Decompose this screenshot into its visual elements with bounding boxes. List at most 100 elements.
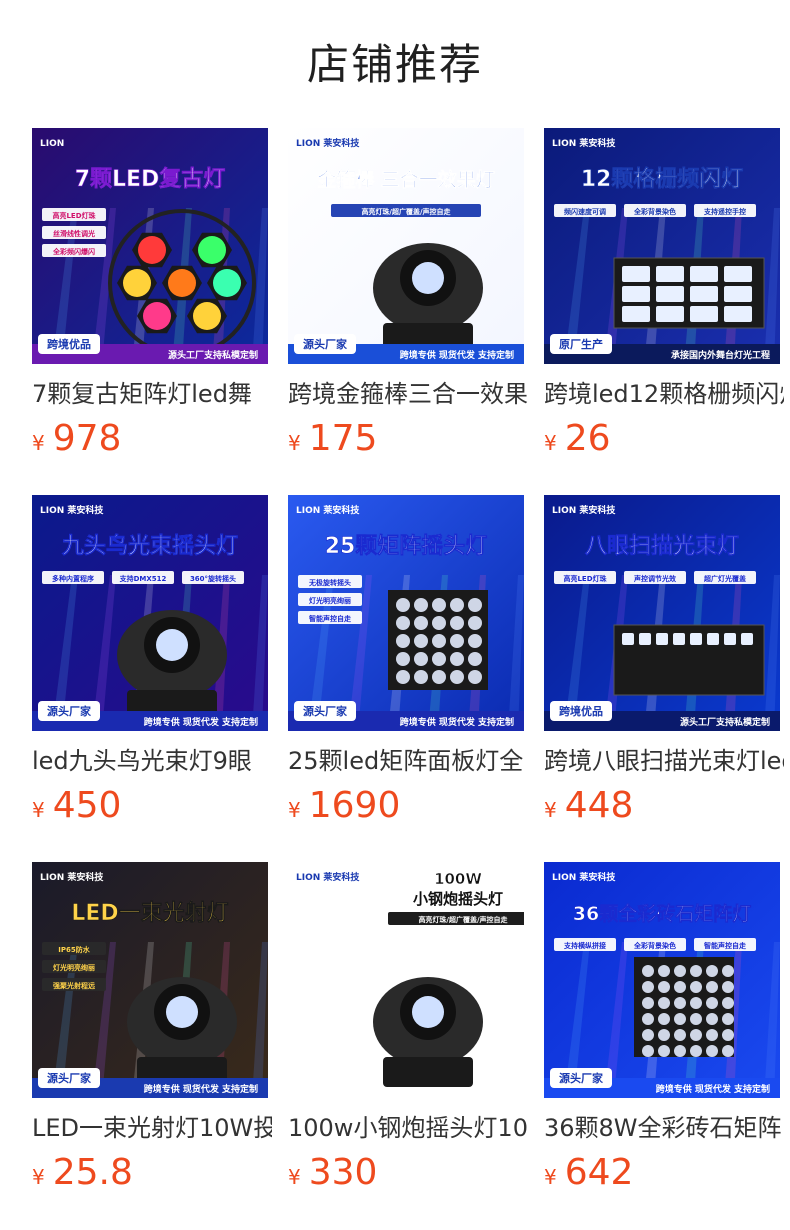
product-device-illustration: [388, 590, 488, 690]
brand-logo: LION 莱安科技: [40, 504, 104, 516]
image-badge: 源头厂家: [47, 704, 92, 718]
product-image[interactable]: LION 莱安科技 100W 小钢炮摇头灯 高亮灯珠/超广覆盖/声控自走: [288, 862, 524, 1098]
product-card-6[interactable]: LION 莱安科技 八眼扫描光束灯 高亮LED灯珠 声控调节光效 超广灯光覆盖 源头工厂支…: [544, 495, 784, 862]
brand-logo: LION 莱安科技: [296, 137, 360, 149]
product-image[interactable]: LION 莱安科技 36颗全彩砖石矩阵灯 支持横纵拼接 全彩背景染色 智能声控自走 跨境专…: [544, 862, 780, 1098]
product-image[interactable]: LION 7颗LED复古灯高亮LED灯珠 丝滑线性调光 全彩频闪爆闪源头工厂支持私模定…: [32, 128, 268, 364]
image-headline: 7颗LED复古灯: [75, 166, 226, 192]
product-device-illustration: [127, 977, 237, 1087]
product-card-7[interactable]: LION 莱安科技 LED一束光射灯 IP65防水 灯光明亮绚丽 强聚光射程远 跨境专供 …: [32, 862, 272, 1229]
shop-recommendations-page: 店铺推荐 LION 7颗LED复古灯 高亮LED灯珠 丝滑线性调光 全彩频闪爆闪 源头工厂…: [0, 0, 790, 1230]
product-image[interactable]: LION 莱安科技 25颗矩阵摇头灯 无极旋转摇头 灯光明亮绚丽 智能声控自走 跨境专供 …: [288, 495, 524, 731]
image-badge: 源头厂家: [47, 1071, 92, 1085]
image-feature-tag: 声控调节光效: [633, 574, 677, 583]
image-feature-tag: 强聚光射程远: [53, 981, 96, 990]
image-feature-tag: 灯光明亮绚丽: [309, 596, 351, 605]
product-thumbnail-art: LION 莱安科技 25颗矩阵摇头灯无极旋转摇头灯光明亮绚丽智能声控自走跨境专供 …: [288, 495, 524, 731]
image-badge: 跨境优品: [559, 704, 603, 718]
brand-logo: LION 莱安科技: [296, 504, 360, 516]
image-feature-tag: 丝滑线性调光: [53, 229, 95, 238]
image-feature-tag: 频闪速度可调: [564, 207, 606, 216]
product-card-1[interactable]: LION 7颗LED复古灯高亮LED灯珠 丝滑线性调光 全彩频闪爆闪源头工厂支持私模定…: [32, 128, 268, 495]
product-thumbnail-art: LION 7颗LED复古灯高亮LED灯珠丝滑线性调光全彩频闪爆闪源头工厂支持私模定…: [32, 128, 268, 364]
product-card-3[interactable]: LION 莱安科技 12颗格栅频闪灯 频闪速度可调 全彩背景染色 支持遥控手控 承接国内外…: [544, 128, 784, 495]
product-device-illustration: [373, 977, 483, 1087]
image-headline: 100W: [434, 870, 482, 888]
brand-logo: LION: [40, 139, 64, 149]
image-feature-tag: 支持遥控手控: [703, 207, 746, 216]
image-feature-tag: 高亮灯珠/超广覆盖/声控自走: [361, 207, 451, 216]
product-card-4[interactable]: LION 莱安科技 九头鸟光束摇头灯 多种内置程序 支持DMX512 360°旋转摇头跨…: [32, 495, 268, 862]
image-feature-tag: 360°旋转摇头: [190, 574, 236, 583]
product-card-8[interactable]: LION 莱安科技 100W 小钢炮摇头灯 高亮灯珠/超广覆盖/声控自走 100w小钢…: [288, 862, 528, 1229]
product-device-illustration: [613, 624, 765, 696]
product-card-9[interactable]: LION 莱安科技 36颗全彩砖石矩阵灯 支持横纵拼接 全彩背景染色 智能声控自走 跨境专…: [544, 862, 782, 1229]
image-badge: 源头厂家: [303, 704, 348, 718]
product-name[interactable]: 36颗8W全彩砖石矩阵: [544, 1110, 784, 1146]
product-image[interactable]: LION 莱安科技 LED一束光射灯 IP65防水 灯光明亮绚丽 强聚光射程远 跨境专供 …: [32, 862, 268, 1098]
image-badge: 跨境优品: [47, 337, 91, 351]
price-row: ¥175: [288, 416, 524, 462]
product-name[interactable]: 跨境八眼扫描光束灯led: [544, 743, 784, 779]
image-feature-tag: 全彩频闪爆闪: [52, 247, 95, 256]
image-subheadline: 小钢炮摇头灯: [413, 890, 503, 908]
image-footer-text: 跨境专供 现货代发 支持定制: [144, 1083, 258, 1095]
product-image[interactable]: LION 莱安科技 八眼扫描光束灯 高亮LED灯珠 声控调节光效 超广灯光覆盖 源头工厂支…: [544, 495, 780, 731]
product-card-5[interactable]: LION 莱安科技 25颗矩阵摇头灯 无极旋转摇头 灯光明亮绚丽 智能声控自走 跨境专供 …: [288, 495, 524, 862]
price-row: ¥642: [544, 1150, 780, 1196]
product-image[interactable]: LION 莱安科技 九头鸟光束摇头灯 多种内置程序 支持DMX512 360°旋转摇头跨…: [32, 495, 268, 731]
product-name[interactable]: 7颗复古矩阵灯led舞: [32, 376, 272, 412]
image-feature-tag: 全彩背景染色: [633, 941, 676, 950]
product-name[interactable]: led九头鸟光束灯9眼: [32, 743, 272, 779]
image-feature-tag: 支持DMX512: [119, 574, 167, 583]
product-name[interactable]: 跨境led12颗格栅频闪灯: [544, 376, 784, 412]
image-footer-text: 承接国内外舞台灯光工程: [671, 349, 770, 361]
product-thumbnail-art: LION 莱安科技金箍棒 三合一效果灯高亮灯珠/超广覆盖/声控自走跨境专供 现货…: [288, 128, 524, 364]
product-image[interactable]: LION 莱安科技 12颗格栅频闪灯 频闪速度可调 全彩背景染色 支持遥控手控 承接国内外…: [544, 128, 780, 364]
product-thumbnail-art: LION 莱安科技八眼扫描光束灯高亮LED灯珠 声控调节光效 超广灯光覆盖源头工厂支…: [544, 495, 780, 731]
product-card-2[interactable]: LION 莱安科技 金箍棒 三合一效果灯 高亮灯珠/超广覆盖/声控自走 跨境专供 现货…: [288, 128, 528, 495]
product-price: 450: [52, 785, 122, 826]
image-footer-text: 跨境专供 现货代发 支持定制: [656, 1083, 770, 1095]
product-name[interactable]: 跨境金箍棒三合一效果: [288, 376, 528, 412]
product-name[interactable]: 100w小钢炮摇头灯10: [288, 1110, 528, 1146]
product-price: 330: [308, 1152, 378, 1193]
price-row: ¥448: [544, 783, 780, 829]
product-image[interactable]: LION 莱安科技 金箍棒 三合一效果灯 高亮灯珠/超广覆盖/声控自走 跨境专供 现货…: [288, 128, 524, 364]
product-price: 25.8: [52, 1152, 133, 1193]
brand-logo: LION 莱安科技: [40, 871, 104, 883]
currency-symbol: ¥: [288, 798, 301, 822]
currency-symbol: ¥: [544, 431, 557, 455]
image-badge: 源头厂家: [559, 1071, 604, 1085]
image-footer-text: 跨境专供 现货代发 支持定制: [400, 716, 514, 728]
currency-symbol: ¥: [32, 431, 45, 455]
price-row: ¥450: [32, 783, 268, 829]
product-name[interactable]: 25颗led矩阵面板灯全: [288, 743, 528, 779]
price-row: ¥330: [288, 1150, 524, 1196]
currency-symbol: ¥: [288, 431, 301, 455]
image-headline: LED一束光射灯: [71, 900, 228, 926]
product-thumbnail-art: LION 莱安科技 12颗格栅频闪灯频闪速度可调 全彩背景染色 支持遥控手控承接国内外…: [544, 128, 780, 364]
image-headline: 金箍棒 三合一效果灯: [316, 168, 495, 191]
product-device-illustration: [634, 957, 734, 1057]
product-name[interactable]: LED一束光射灯10W投: [32, 1110, 272, 1146]
product-price: 642: [564, 1152, 634, 1193]
product-price: 175: [308, 418, 378, 459]
image-feature-tag: 无极旋转摇头: [308, 578, 351, 587]
product-grid: LION 7颗LED复古灯高亮LED灯珠 丝滑线性调光 全彩频闪爆闪源头工厂支持私模定…: [32, 128, 784, 1229]
image-feature-tag: 高亮LED灯珠: [52, 211, 96, 220]
brand-logo: LION 莱安科技: [552, 137, 616, 149]
product-thumbnail-art: LION 莱安科技九头鸟光束摇头灯多种内置程序 支持DMX512 360°旋转摇头跨…: [32, 495, 268, 731]
brand-logo: LION 莱安科技: [552, 871, 616, 883]
image-badge: 原厂生产: [559, 337, 603, 351]
image-feature-tag: 智能声控自走: [309, 614, 352, 623]
image-feature-tag: 灯光明亮绚丽: [53, 963, 95, 972]
image-feature-tag: 全彩背景染色: [633, 207, 676, 216]
image-footer-text: 源头工厂支持私模定制: [680, 716, 770, 728]
image-badge: 源头厂家: [303, 337, 348, 351]
image-feature-tag: 智能声控自走: [704, 941, 747, 950]
product-device-illustration: [613, 257, 765, 329]
product-thumbnail-art: LION 莱安科技 36颗全彩砖石矩阵灯支持横纵拼接 全彩背景染色 智能声控自走跨境专…: [544, 862, 780, 1098]
image-footer-text: 源头工厂支持私模定制: [168, 349, 258, 361]
brand-logo: LION 莱安科技: [552, 504, 616, 516]
